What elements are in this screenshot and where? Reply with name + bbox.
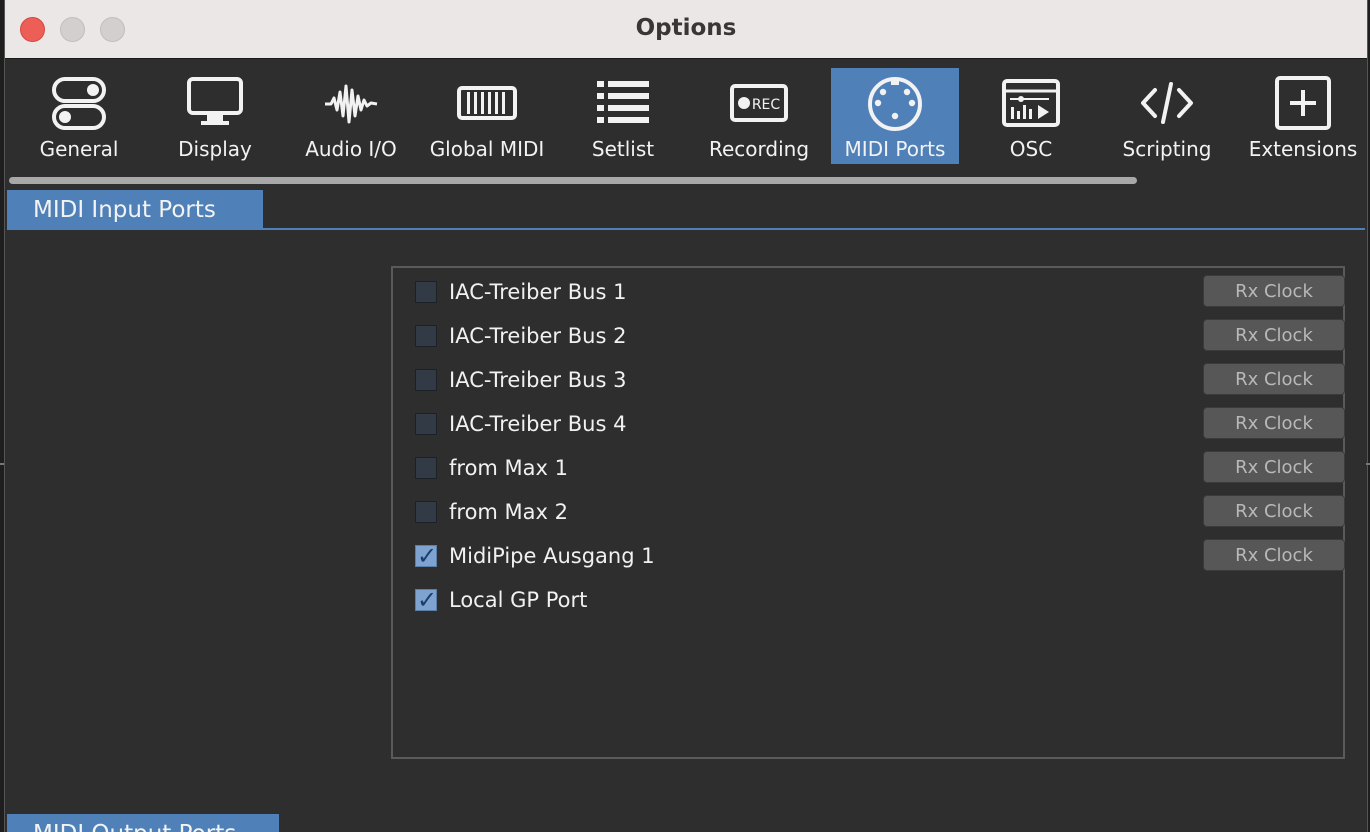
code-icon	[1141, 82, 1193, 124]
port-name: IAC-Treiber Bus 1	[449, 280, 627, 304]
tab-midi-ports-label: MIDI Ports	[844, 137, 946, 161]
port-checkbox[interactable]	[415, 281, 437, 303]
port-checkbox[interactable]	[415, 501, 437, 523]
midi-output-ports-tab[interactable]: MIDI Output Ports	[7, 814, 279, 832]
plus-box-icon	[1275, 76, 1331, 130]
toolbar-horizontal-scrollbar[interactable]	[9, 177, 1137, 184]
port-name: Local GP Port	[449, 588, 588, 612]
tab-midi-ports[interactable]: MIDI Ports	[831, 68, 959, 164]
tab-global-midi[interactable]: Global MIDI	[423, 68, 551, 164]
osc-icon	[1002, 79, 1060, 127]
rx-clock-button[interactable]: Rx Clock	[1203, 319, 1345, 351]
tab-osc[interactable]: OSC	[967, 68, 1095, 164]
midi-din-icon	[868, 77, 922, 131]
tab-extensions-label: Extensions	[1248, 137, 1358, 161]
window-edge-marker	[0, 463, 4, 465]
list-item: IAC-Treiber Bus 1 Rx Clock	[393, 270, 1345, 314]
list-item: IAC-Treiber Bus 3 Rx Clock	[393, 358, 1345, 402]
tab-audio-io[interactable]: Audio I/O	[287, 68, 415, 164]
port-name: MidiPipe Ausgang 1	[449, 544, 655, 568]
port-name: IAC-Treiber Bus 3	[449, 368, 627, 392]
rx-clock-button[interactable]: Rx Clock	[1203, 495, 1345, 527]
port-checkbox[interactable]	[415, 413, 437, 435]
tab-extensions[interactable]: Extensions	[1239, 68, 1367, 164]
rx-clock-button[interactable]: Rx Clock	[1203, 363, 1345, 395]
tab-display[interactable]: Display	[151, 68, 279, 164]
checkmark-icon: ✓	[416, 586, 438, 614]
tab-setlist[interactable]: Setlist	[559, 68, 687, 164]
rx-clock-button[interactable]: Rx Clock	[1203, 539, 1345, 571]
port-name: from Max 1	[449, 456, 568, 480]
window-title: Options	[635, 15, 737, 41]
tab-general-label: General	[39, 137, 119, 161]
tab-scripting-label: Scripting	[1122, 137, 1212, 161]
rx-clock-button[interactable]: Rx Clock	[1203, 451, 1345, 483]
tab-scripting[interactable]: Scripting	[1103, 68, 1231, 164]
tab-audio-io-label: Audio I/O	[305, 137, 397, 161]
keyboard-icon	[457, 86, 517, 120]
port-checkbox[interactable]	[415, 457, 437, 479]
options-window: Options General Display Audio I/O Global…	[4, 0, 1368, 832]
tab-general[interactable]: General	[15, 68, 143, 164]
toggles-icon	[52, 77, 106, 130]
window-edge-marker	[1366, 463, 1370, 465]
title-bar: Options	[5, 0, 1367, 59]
monitor-icon	[187, 77, 243, 125]
port-name: from Max 2	[449, 500, 568, 524]
tab-recording[interactable]: REC Recording	[695, 68, 823, 164]
midi-input-ports-tab[interactable]: MIDI Input Ports	[7, 190, 263, 228]
rx-clock-button[interactable]: Rx Clock	[1203, 275, 1345, 307]
rec-icon-text: REC	[752, 97, 781, 113]
list-item: ✓ Local GP Port	[393, 578, 1343, 622]
tab-global-midi-label: Global MIDI	[429, 137, 545, 161]
waveform-icon	[325, 84, 378, 124]
port-checkbox[interactable]	[415, 369, 437, 391]
tab-recording-label: Recording	[708, 137, 810, 161]
section-divider	[7, 228, 1365, 230]
list-item: from Max 2 Rx Clock	[393, 490, 1345, 534]
checkmark-icon: ✓	[416, 542, 438, 570]
rec-icon: REC	[730, 84, 788, 122]
tab-display-label: Display	[178, 137, 252, 161]
list-icon	[597, 81, 649, 123]
port-name: IAC-Treiber Bus 2	[449, 324, 627, 348]
port-name: IAC-Treiber Bus 4	[449, 412, 627, 436]
port-checkbox[interactable]: ✓	[415, 542, 438, 570]
tab-setlist-label: Setlist	[591, 137, 655, 161]
port-checkbox[interactable]: ✓	[415, 586, 438, 614]
midi-input-ports-list: IAC-Treiber Bus 1 Rx Clock IAC-Treiber B…	[391, 266, 1345, 759]
port-checkbox[interactable]	[415, 325, 437, 347]
list-item: IAC-Treiber Bus 2 Rx Clock	[393, 314, 1345, 358]
rx-clock-button[interactable]: Rx Clock	[1203, 407, 1345, 439]
tab-osc-label: OSC	[1009, 137, 1053, 161]
list-item: ✓ MidiPipe Ausgang 1 Rx Clock	[393, 534, 1345, 578]
preferences-toolbar: General Display Audio I/O Global MIDI Se…	[5, 59, 1367, 177]
list-item: from Max 1 Rx Clock	[393, 446, 1345, 490]
list-item: IAC-Treiber Bus 4 Rx Clock	[393, 402, 1345, 446]
